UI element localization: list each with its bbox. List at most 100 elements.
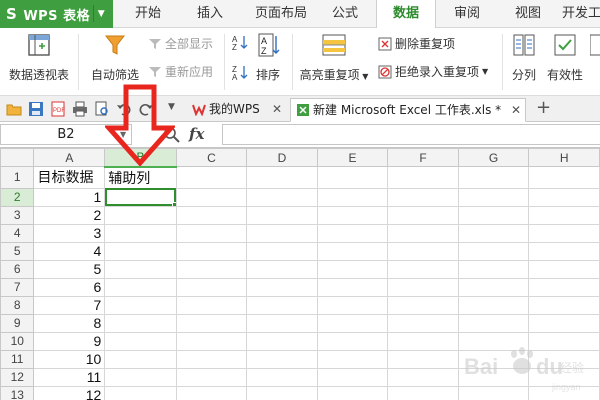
cell-a3[interactable]: 2 [33,205,106,225]
sort-button[interactable]: A Z 排序 [250,32,286,83]
row-header-1[interactable]: 1 [0,166,35,189]
cell-b10[interactable] [104,331,177,351]
row-header-9[interactable]: 9 [0,313,35,333]
cell-a10[interactable]: 9 [33,331,106,351]
cell-f2[interactable] [387,187,459,207]
tab-insert[interactable]: 插入 [182,0,238,28]
column-header-f[interactable]: F [387,148,459,167]
cell-d10[interactable] [246,331,318,351]
cell-e9[interactable] [316,313,389,333]
tab-formulas[interactable]: 公式 [322,0,368,28]
row-header-13[interactable]: 13 [0,385,35,400]
cell-g4[interactable] [457,223,530,243]
cell-e8[interactable] [316,295,389,315]
cell-f12[interactable] [387,367,459,387]
row-header-6[interactable]: 6 [0,259,35,279]
new-tab-plus-icon[interactable]: + [536,99,551,117]
cell-b9[interactable] [104,313,177,333]
cell-a9[interactable]: 8 [33,313,106,333]
cell-f5[interactable] [387,241,459,261]
cell-g6[interactable] [457,259,530,279]
tab-review[interactable]: 审阅 [442,0,492,28]
cell-g1[interactable] [457,166,530,189]
cell-d1[interactable] [246,166,318,189]
cell-h2[interactable] [528,187,600,207]
cell-g2[interactable] [457,187,530,207]
dropdown-arrow-icon[interactable]: ▼ [360,72,368,81]
cell-c7[interactable] [175,277,248,297]
text-to-columns-button[interactable]: 分列 [506,32,542,83]
cell-h6[interactable] [528,259,600,279]
cell-e3[interactable] [316,205,389,225]
cell-f1[interactable] [387,166,459,189]
close-icon[interactable]: ✕ [511,99,521,121]
cell-f3[interactable] [387,205,459,225]
reapply-button[interactable]: 重新应用 [148,62,213,82]
cell-b7[interactable] [104,277,177,297]
row-header-2[interactable]: 2 [0,187,35,207]
ribbon-overflow-button[interactable] [590,32,600,66]
cell-b3[interactable] [104,205,177,225]
row-header-8[interactable]: 8 [0,295,35,315]
cell-a13[interactable]: 12 [33,385,106,400]
cell-c6[interactable] [175,259,248,279]
app-menu-button[interactable]: S WPS 表格 ▼ [0,0,113,28]
cell-g8[interactable] [457,295,530,315]
cell-d2[interactable] [246,187,318,207]
cell-e6[interactable] [316,259,389,279]
cell-a6[interactable]: 5 [33,259,106,279]
doc-tab-workbook[interactable]: 新建 Microsoft Excel 工作表.xls * ✕ [290,98,526,122]
cell-a5[interactable]: 4 [33,241,106,261]
cell-d8[interactable] [246,295,318,315]
tab-page-layout[interactable]: 页面布局 [246,0,316,28]
cell-c3[interactable] [175,205,248,225]
row-header-12[interactable]: 12 [0,367,35,387]
cell-h3[interactable] [528,205,600,225]
row-header-3[interactable]: 3 [0,205,35,225]
cell-d4[interactable] [246,223,318,243]
cell-c9[interactable] [175,313,248,333]
validity-button[interactable]: 有效性 [544,32,586,83]
cell-h5[interactable] [528,241,600,261]
cell-e10[interactable] [316,331,389,351]
print-icon[interactable] [72,101,88,117]
column-header-g[interactable]: G [457,148,530,167]
tab-data[interactable]: 数据 [376,0,436,29]
cell-g5[interactable] [457,241,530,261]
export-pdf-icon[interactable]: PDF [50,101,66,117]
column-header-h[interactable]: H [528,148,600,167]
cell-g7[interactable] [457,277,530,297]
remove-duplicates-button[interactable]: 删除重复项 [378,34,455,54]
cell-e5[interactable] [316,241,389,261]
cell-f4[interactable] [387,223,459,243]
cell-e7[interactable] [316,277,389,297]
cell-c4[interactable] [175,223,248,243]
cell-b11[interactable] [104,349,177,369]
cell-c12[interactable] [175,367,248,387]
cell-b8[interactable] [104,295,177,315]
cell-a7[interactable]: 6 [33,277,106,297]
cell-b1[interactable]: 辅助列 [104,166,177,189]
cell-c2[interactable] [175,187,248,207]
open-folder-icon[interactable] [6,101,22,117]
cell-f13[interactable] [387,385,459,400]
cell-b12[interactable] [104,367,177,387]
cell-h8[interactable] [528,295,600,315]
column-header-c[interactable]: C [175,148,248,167]
cell-a8[interactable]: 7 [33,295,106,315]
cell-c11[interactable] [175,349,248,369]
cell-d7[interactable] [246,277,318,297]
doc-tab-my-wps[interactable]: 我的WPS ✕ [187,98,287,122]
cell-d9[interactable] [246,313,318,333]
cell-a11[interactable]: 10 [33,349,106,369]
auto-filter-button[interactable]: 自动筛选 [86,32,144,83]
show-all-button[interactable]: 全部显示 [148,34,213,54]
row-header-10[interactable]: 10 [0,331,35,351]
insert-function-fx-icon[interactable]: fx [189,125,204,143]
cell-d13[interactable] [246,385,318,400]
cell-f10[interactable] [387,331,459,351]
tab-view[interactable]: 视图 [502,0,554,28]
cell-f9[interactable] [387,313,459,333]
reject-duplicates-button[interactable]: 拒绝录入重复项 ▼ [378,62,488,82]
cell-f8[interactable] [387,295,459,315]
